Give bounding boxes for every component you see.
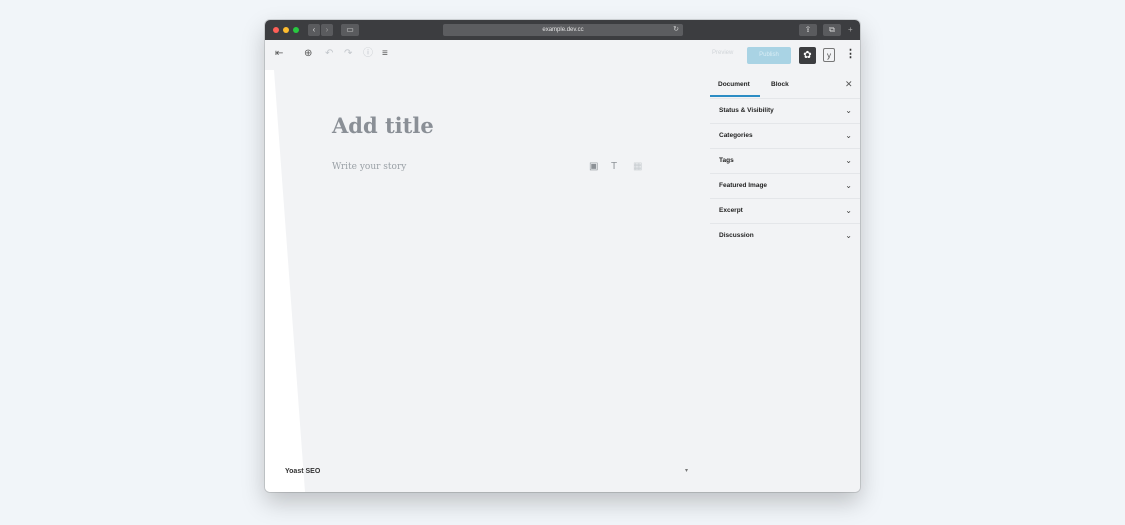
sidebar-toggle-icon[interactable]: ▭: [341, 24, 359, 36]
panel-categories[interactable]: Categories ⌄: [710, 123, 860, 148]
caret-down-icon[interactable]: ▾: [685, 467, 688, 474]
tab-block[interactable]: Block: [771, 81, 789, 88]
reload-icon[interactable]: ↻: [673, 24, 679, 36]
preview-button[interactable]: Preview: [712, 50, 733, 56]
chevron-down-icon: ⌄: [845, 231, 852, 240]
back-icon[interactable]: ‹: [308, 24, 320, 36]
address-bar[interactable]: example.dev.cc ↻: [443, 24, 683, 36]
close-window-button[interactable]: [273, 27, 279, 33]
yoast-seo-panel[interactable]: Yoast SEO: [285, 468, 320, 475]
post-body-input[interactable]: Write your story: [332, 162, 406, 172]
page-edge-decoration: [265, 70, 305, 492]
exit-editor-icon[interactable]: ⇤: [275, 48, 283, 60]
chevron-down-icon: ⌄: [845, 156, 852, 165]
maximize-window-button[interactable]: [293, 27, 299, 33]
tabs-overview-icon[interactable]: ⧉: [823, 24, 841, 36]
address-url: example.dev.cc: [542, 27, 584, 33]
minimize-window-button[interactable]: [283, 27, 289, 33]
panel-label: Categories: [719, 132, 753, 139]
chevron-down-icon: ⌄: [845, 181, 852, 190]
panel-discussion[interactable]: Discussion ⌄: [710, 223, 860, 248]
new-tab-icon[interactable]: +: [848, 25, 853, 34]
panel-tags[interactable]: Tags ⌄: [710, 148, 860, 173]
redo-icon[interactable]: ↷: [344, 48, 352, 60]
info-icon[interactable]: ⓘ: [363, 48, 373, 60]
yoast-icon[interactable]: y: [823, 48, 835, 62]
undo-icon[interactable]: ↶: [325, 48, 333, 60]
browser-chrome: ‹ › ▭ example.dev.cc ↻ ⇪ ⧉ +: [265, 20, 860, 40]
outline-icon[interactable]: ≡: [382, 48, 388, 60]
settings-sidebar: Document Block ✕ Status & Visibility ⌄ C…: [710, 70, 860, 492]
publish-button[interactable]: Publish: [747, 47, 791, 64]
chevron-down-icon: ⌄: [845, 206, 852, 215]
image-block-icon[interactable]: ▣: [589, 161, 598, 172]
panel-excerpt[interactable]: Excerpt ⌄: [710, 198, 860, 223]
settings-gear-icon[interactable]: ✿: [799, 47, 816, 64]
panel-label: Excerpt: [719, 207, 743, 214]
gallery-block-icon[interactable]: ▦: [633, 161, 642, 172]
close-icon[interactable]: ✕: [845, 79, 853, 90]
add-block-icon[interactable]: ⊕: [304, 48, 312, 60]
post-title-input[interactable]: Add title: [332, 113, 434, 138]
chevron-down-icon: ⌄: [845, 106, 852, 115]
panel-label: Discussion: [719, 232, 754, 239]
active-tab-indicator: [710, 95, 760, 97]
forward-icon[interactable]: ›: [321, 24, 333, 36]
share-icon[interactable]: ⇪: [799, 24, 817, 36]
chevron-down-icon: ⌄: [845, 131, 852, 140]
panel-status-visibility[interactable]: Status & Visibility ⌄: [710, 98, 860, 123]
heading-block-icon[interactable]: T: [611, 161, 617, 172]
panel-label: Status & Visibility: [719, 107, 774, 114]
panel-label: Tags: [719, 157, 734, 164]
more-menu-icon[interactable]: ⋮: [845, 47, 856, 60]
tab-document[interactable]: Document: [718, 81, 750, 88]
panel-label: Featured Image: [719, 182, 768, 189]
panel-featured-image[interactable]: Featured Image ⌄: [710, 173, 860, 198]
browser-window: ‹ › ▭ example.dev.cc ↻ ⇪ ⧉ + ⇤ ⊕ ↶ ↷ ⓘ ≡…: [265, 20, 860, 492]
editor-toolbar: ⇤ ⊕ ↶ ↷ ⓘ ≡ Preview Publish ✿ y ⋮: [265, 40, 860, 70]
